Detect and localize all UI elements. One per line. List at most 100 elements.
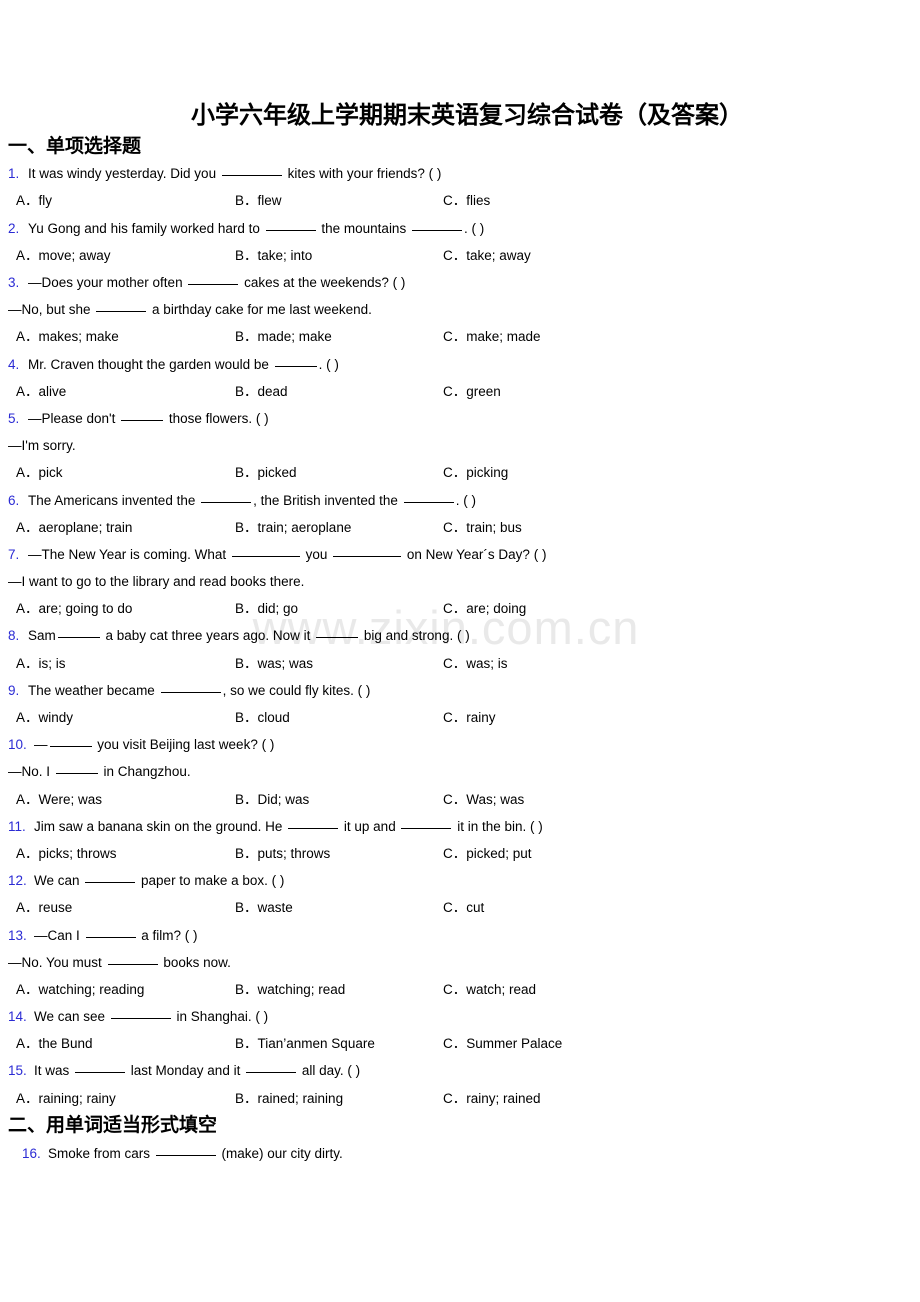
answer-blank[interactable] [160, 691, 221, 693]
question-text: you [301, 546, 332, 562]
option-a[interactable]: A．watching; reading [16, 976, 144, 1003]
option-b[interactable]: B．puts; throws [235, 840, 330, 867]
option-label: A． [16, 601, 39, 617]
option-a[interactable]: A．reuse [16, 894, 72, 921]
option-b[interactable]: B．watching; read [235, 976, 345, 1003]
answer-blank[interactable] [49, 746, 92, 748]
answer-blank[interactable] [316, 637, 359, 639]
option-a[interactable]: A．is; is [16, 650, 66, 677]
option-text: picked [257, 465, 297, 481]
question-text: , so we could fly kites. ( ) [222, 682, 371, 698]
answer-blank[interactable] [403, 501, 454, 503]
option-c[interactable]: C．flies [443, 187, 490, 214]
option-label: B． [235, 1090, 258, 1106]
option-text: move; away [38, 247, 111, 263]
option-b[interactable]: B．cloud [235, 704, 290, 731]
option-label: C． [443, 519, 467, 535]
answer-blank[interactable] [85, 936, 136, 938]
answer-blank[interactable] [274, 365, 317, 367]
option-c[interactable]: C．was; is [443, 650, 508, 677]
answer-blank[interactable] [201, 501, 252, 503]
option-text: cloud [257, 710, 290, 726]
option-a[interactable]: A．picks; throws [16, 840, 117, 867]
option-b[interactable]: B．did; go [235, 595, 298, 622]
option-label: A． [16, 329, 39, 345]
answer-blank[interactable] [121, 419, 164, 421]
option-b[interactable]: B．take; into [235, 242, 312, 269]
answer-blank[interactable] [55, 773, 98, 775]
option-c[interactable]: C．Was; was [443, 786, 524, 813]
option-b[interactable]: B．train; aeroplane [235, 514, 351, 541]
answer-blank[interactable] [221, 175, 282, 177]
question-stem: 2. Yu Gong and his family worked hard to … [0, 215, 920, 242]
question-text: —No. You must [8, 954, 106, 970]
option-c[interactable]: C．Summer Palace [443, 1030, 562, 1057]
answer-blank[interactable] [231, 555, 300, 557]
option-a[interactable]: A．makes; make [16, 323, 119, 350]
option-c[interactable]: C．picked; put [443, 840, 532, 867]
option-label: C． [443, 655, 467, 671]
option-b[interactable]: B．flew [235, 187, 282, 214]
option-c[interactable]: C．are; doing [443, 595, 526, 622]
option-b[interactable]: B．rained; raining [235, 1085, 343, 1112]
option-text: Was; was [466, 791, 525, 807]
option-a[interactable]: A．fly [16, 187, 52, 214]
option-c[interactable]: C．watch; read [443, 976, 536, 1003]
answer-blank[interactable] [107, 963, 158, 965]
answer-blank[interactable] [333, 555, 402, 557]
option-c[interactable]: C．make; made [443, 323, 541, 350]
question-text: Mr. Craven thought the garden would be [28, 356, 273, 372]
question-text: cakes at the weekends? ( ) [240, 275, 406, 291]
option-c[interactable]: C．rainy; rained [443, 1085, 541, 1112]
option-b[interactable]: B．Did; was [235, 786, 309, 813]
question-number: 16. [22, 1145, 41, 1161]
option-a[interactable]: A．move; away [16, 242, 111, 269]
answer-blank[interactable] [288, 827, 339, 829]
answer-blank[interactable] [155, 1154, 216, 1156]
option-c[interactable]: C．green [443, 378, 501, 405]
option-text: aeroplane; train [38, 519, 133, 535]
question-text: a birthday cake for me last weekend. [148, 302, 372, 318]
document-content: 小学六年级上学期期末英语复习综合试卷（及答案） 一、单项选择题 1. It was… [0, 0, 920, 1167]
answer-blank[interactable] [246, 1072, 297, 1074]
option-label: C． [443, 193, 467, 209]
option-a[interactable]: A．aeroplane; train [16, 514, 132, 541]
option-a[interactable]: A．raining; rainy [16, 1085, 116, 1112]
option-text: are; going to do [38, 601, 133, 617]
answer-blank[interactable] [110, 1018, 171, 1020]
option-text: was; is [466, 655, 508, 671]
option-a[interactable]: A．windy [16, 704, 73, 731]
option-b[interactable]: B．waste [235, 894, 293, 921]
option-a[interactable]: A．the Bund [16, 1030, 93, 1057]
option-b[interactable]: B．Tian’anmen Square [235, 1030, 375, 1057]
answer-blank[interactable] [75, 1072, 126, 1074]
question-continuation: —No. I in Changzhou. [0, 758, 920, 785]
option-c[interactable]: C．take; away [443, 242, 531, 269]
answer-blank[interactable] [411, 229, 462, 231]
answer-blank[interactable] [401, 827, 452, 829]
option-b[interactable]: B．dead [235, 378, 288, 405]
option-a[interactable]: A．are; going to do [16, 595, 132, 622]
answer-blank[interactable] [96, 311, 147, 313]
option-b[interactable]: B．made; make [235, 323, 332, 350]
option-c[interactable]: C．picking [443, 459, 508, 486]
answer-blank[interactable] [265, 229, 316, 231]
answer-blank[interactable] [57, 637, 100, 639]
option-a[interactable]: A．Were; was [16, 786, 102, 813]
option-label: B． [235, 601, 258, 617]
option-c[interactable]: C．rainy [443, 704, 496, 731]
answer-blank[interactable] [188, 284, 239, 286]
option-b[interactable]: B．was; was [235, 650, 313, 677]
question-text: We can [34, 873, 84, 889]
option-row: A．picks; throws B．puts; throws C．picked;… [0, 840, 920, 867]
question-text: — [34, 737, 48, 753]
option-text: rained; raining [257, 1090, 344, 1106]
option-a[interactable]: A．alive [16, 378, 66, 405]
option-c[interactable]: C．cut [443, 894, 484, 921]
answer-blank[interactable] [85, 882, 136, 884]
option-a[interactable]: A．pick [16, 459, 63, 486]
option-c[interactable]: C．train; bus [443, 514, 522, 541]
option-row: A．fly B．flew C．flies [0, 187, 920, 214]
option-label: C． [443, 247, 467, 263]
option-b[interactable]: B．picked [235, 459, 297, 486]
